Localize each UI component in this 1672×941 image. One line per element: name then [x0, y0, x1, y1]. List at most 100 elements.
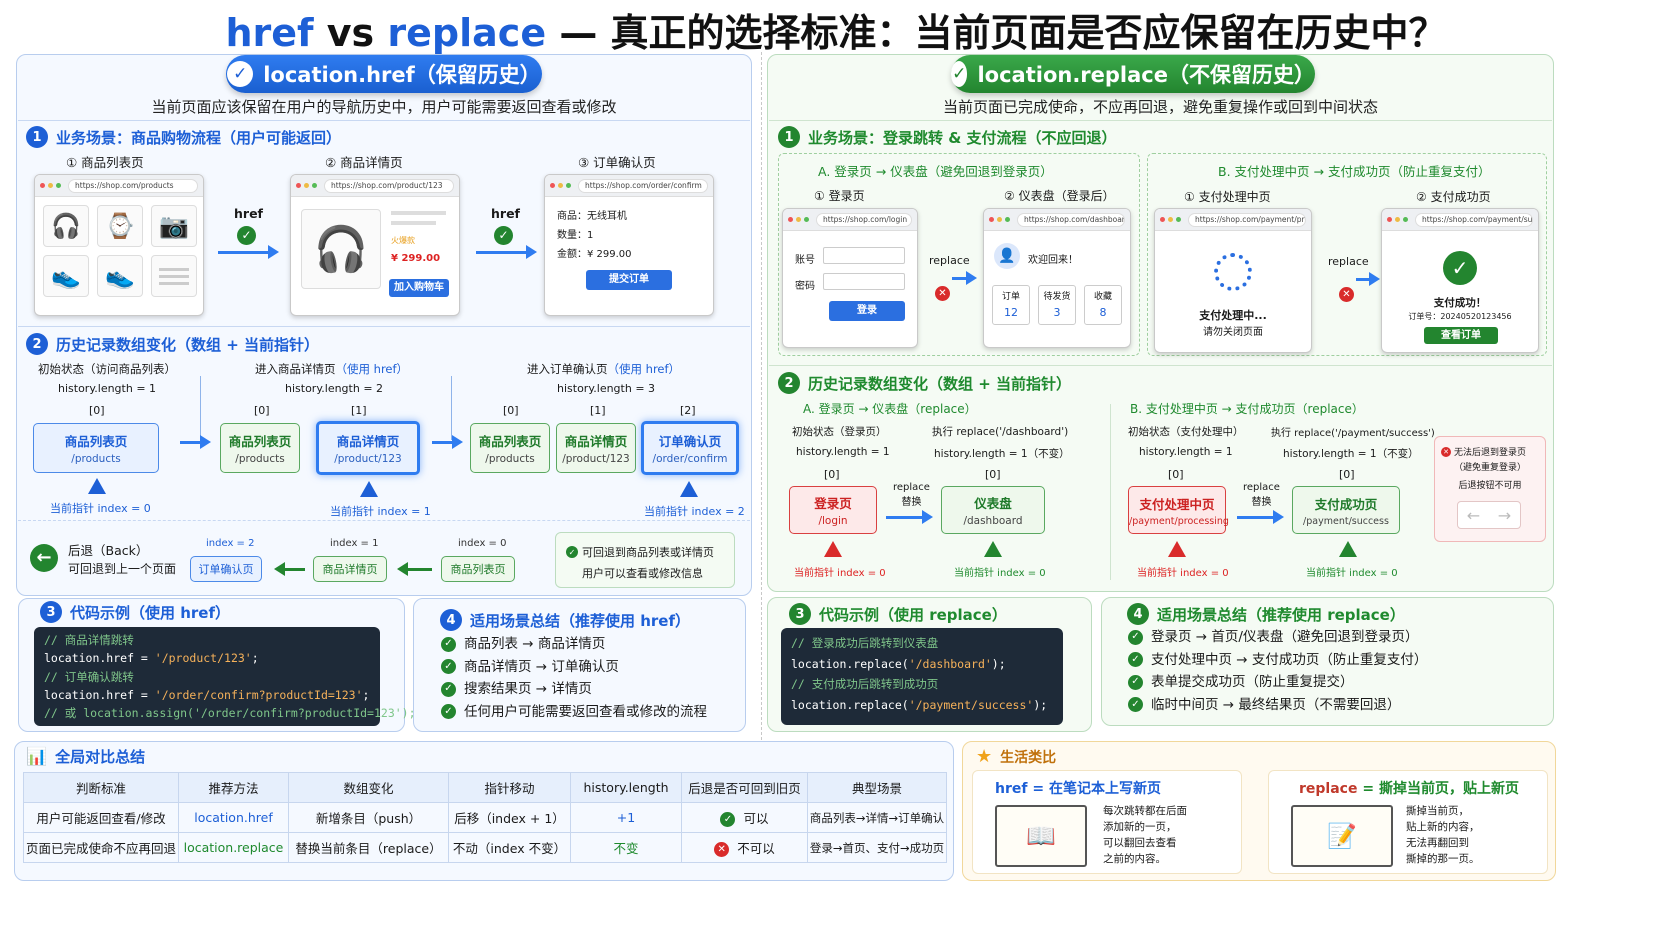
pointer-arrow [824, 541, 842, 557]
back-icon: ← [1466, 505, 1481, 525]
href-label: href [491, 206, 520, 221]
watch-icon[interactable]: ⌚ [97, 205, 143, 247]
index-label: [1] [351, 404, 367, 417]
order-qty: 数量：1 [557, 230, 594, 241]
state-hint: （使用 href） [607, 362, 681, 376]
price: ¥ 299.00 [391, 253, 441, 264]
state-hint: （使用 href） [335, 362, 409, 376]
arrow-right [952, 271, 977, 285]
history-a-title: A. 登录页 → 仪表盘（replace） [803, 402, 977, 416]
shoe-icon[interactable]: 👟 [97, 255, 143, 297]
list-item: ✓ 商品详情页 → 订单确认页 [441, 656, 707, 679]
browser-dashboard: https://shop.com/dashboard 👤 欢迎回来！ 订单 12 … [983, 208, 1131, 348]
href-code-block: // 商品详情跳转 location.href = '/product/123'… [34, 627, 416, 726]
pointer-arrow [1339, 541, 1357, 557]
history-length: history.length = 1 [796, 446, 890, 458]
camera-icon[interactable]: 📷 [151, 205, 197, 247]
index-label: [0] [1339, 468, 1355, 481]
account-input[interactable] [823, 247, 905, 264]
view-order-button[interactable]: 查看订单 [1424, 327, 1498, 344]
table-header: 后退是否可回到旧页 [681, 772, 808, 803]
arrow-right [1237, 510, 1284, 524]
state-title: 进入商品详情页 [255, 362, 336, 376]
life-replace-card: replace = 撕掉当前页，贴上新页 📝 撕掉当前页， 贴上新的内容， 无法再翻… [1268, 770, 1548, 874]
index-label: [0] [254, 404, 270, 417]
state-title: 执行 replace('/dashboard') [932, 426, 1069, 438]
history-length: history.length = 2 [285, 382, 384, 395]
page-label: ① 登录页 [814, 189, 865, 203]
account-label: 账号 [795, 255, 815, 266]
node-product-list: 商品列表页/products [470, 423, 550, 473]
index-label: [2] [680, 404, 696, 417]
href-use-list: ✓ 商品列表 → 商品详情页 ✓ 商品详情页 → 订单确认页 ✓ 搜索结果页 → 详情… [441, 633, 707, 723]
history-length: history.length = 1（不变） [1283, 448, 1419, 460]
browser-product-detail: https://shop.com/product/123 🎧 火爆款 ¥ 299… [290, 174, 460, 316]
chart-icon: 📊 [26, 746, 48, 767]
no-back-note: ✕ 无法后退到登录页 （避免重复登录） 后退按钮不可用 ← → [1434, 436, 1546, 542]
browser-product-list: https://shop.com/products 🎧 ⌚ 📷 👟 👟 [34, 174, 204, 316]
browser-payment-processing: https://shop.com/payment/processing 支付处理… [1154, 208, 1312, 353]
arrow-right [1356, 272, 1380, 286]
index-label: [0] [89, 404, 105, 417]
summary-title: 📊 全局对比总结 [26, 746, 146, 767]
check-icon: ✓ [237, 226, 256, 245]
pointer-arrow [1168, 541, 1186, 557]
history-length: history.length = 1 [58, 382, 157, 395]
node-order-confirm: 订单确认页/order/confirm [641, 421, 739, 475]
shoe-icon[interactable]: 👟 [43, 255, 89, 297]
replace-section-3: 3 代码示例（使用 replace） [789, 603, 1007, 625]
replace-use-list: ✓ 登录页 → 首页/仪表盘（避免回退到登录页） ✓ 支付处理中页 → 支付成功页（… [1128, 626, 1427, 716]
list-item: ✓ 任何用户可能需要返回查看或修改的流程 [441, 701, 707, 724]
check-icon: ✓ [951, 61, 968, 87]
headphones-icon[interactable]: 🎧 [43, 205, 89, 247]
replace-subtitle: 当前页面已完成使命，不应再回退，避免重复操作或回到中间状态 [942, 98, 1378, 116]
pointer-label: 当前指针 index = 0 [1306, 568, 1398, 579]
page-label: ① 商品列表页 [66, 155, 144, 170]
index-label: [0] [503, 404, 519, 417]
pointer-label: 当前指针 index = 0 [1137, 568, 1229, 579]
back-arrow-icon[interactable]: ← [30, 544, 58, 572]
submit-order-button[interactable]: 提交订单 [586, 270, 672, 290]
browser-payment-success: https://shop.com/payment/success ✓ 支付成功！… [1381, 208, 1539, 353]
pointer-label: 当前指针 index = 2 [644, 505, 745, 518]
password-label: 密码 [795, 281, 815, 292]
add-to-cart-button[interactable]: 加入购物车 [389, 279, 449, 297]
table-header: history.length [570, 772, 682, 803]
check-icon: ✓ [494, 226, 513, 245]
list-item: ✓ 表单提交成功页（防止重复提交） [1128, 671, 1427, 694]
order-amount: 金额：¥ 299.00 [557, 249, 632, 260]
x-icon: ✕ [714, 842, 730, 857]
stat-favorites: 收藏 8 [1084, 285, 1122, 325]
scenario-a-title: A. 登录页 → 仪表盘（避免回退到登录页） [818, 164, 1053, 179]
node-product-detail: 商品详情页/product/123 [556, 423, 636, 473]
replace-swap-label: replace 替换 [1243, 482, 1280, 508]
life-href-card: href = 在笔记本上写新页 📖 每次跳转都在后面 添加新的一页， 可以翻回去查看… [972, 770, 1242, 874]
center-divider [761, 52, 762, 740]
torn-page-icon: 📝 [1291, 805, 1393, 867]
arrow-left [397, 562, 432, 576]
state-title: 初始状态（登录页） [792, 426, 887, 438]
pointer-label: 当前指针 index = 0 [50, 502, 151, 515]
password-input[interactable] [823, 273, 905, 290]
arrow-left [274, 562, 305, 576]
success-text: 支付成功！ [1433, 297, 1487, 309]
back-node-detail: 商品详情页 [313, 556, 387, 582]
replace-pill: ✓ location.replace（不保留历史） [951, 55, 1315, 93]
pointer-arrow [360, 481, 378, 497]
table-row: 用户可能返回查看/修改 location.href 新增条目（push） 后移（… [23, 802, 947, 833]
state-title: 初始状态（支付处理中） [1128, 426, 1244, 438]
list-item: ✓ 支付处理中页 → 支付成功页（防止重复支付） [1128, 649, 1427, 672]
table-header: 数组变化 [288, 772, 449, 803]
arrow-right [886, 510, 933, 524]
list-item: ✓ 商品列表 → 商品详情页 [441, 633, 707, 656]
headphones-icon: 🎧 [301, 209, 381, 289]
browser-login: https://shop.com/login 账号 密码 登录 [782, 208, 918, 348]
page-label: ② 仪表盘（登录后） [1004, 189, 1115, 203]
pointer-arrow [680, 481, 698, 497]
arrow-right [476, 245, 537, 259]
history-b-title: B. 支付处理中页 → 支付成功页（replace） [1130, 402, 1364, 416]
login-button[interactable]: 登录 [829, 301, 905, 321]
pointer-label: 当前指针 index = 0 [794, 568, 886, 579]
node-dashboard: 仪表盘/dashboard [941, 486, 1045, 534]
arrow-right [218, 245, 279, 259]
